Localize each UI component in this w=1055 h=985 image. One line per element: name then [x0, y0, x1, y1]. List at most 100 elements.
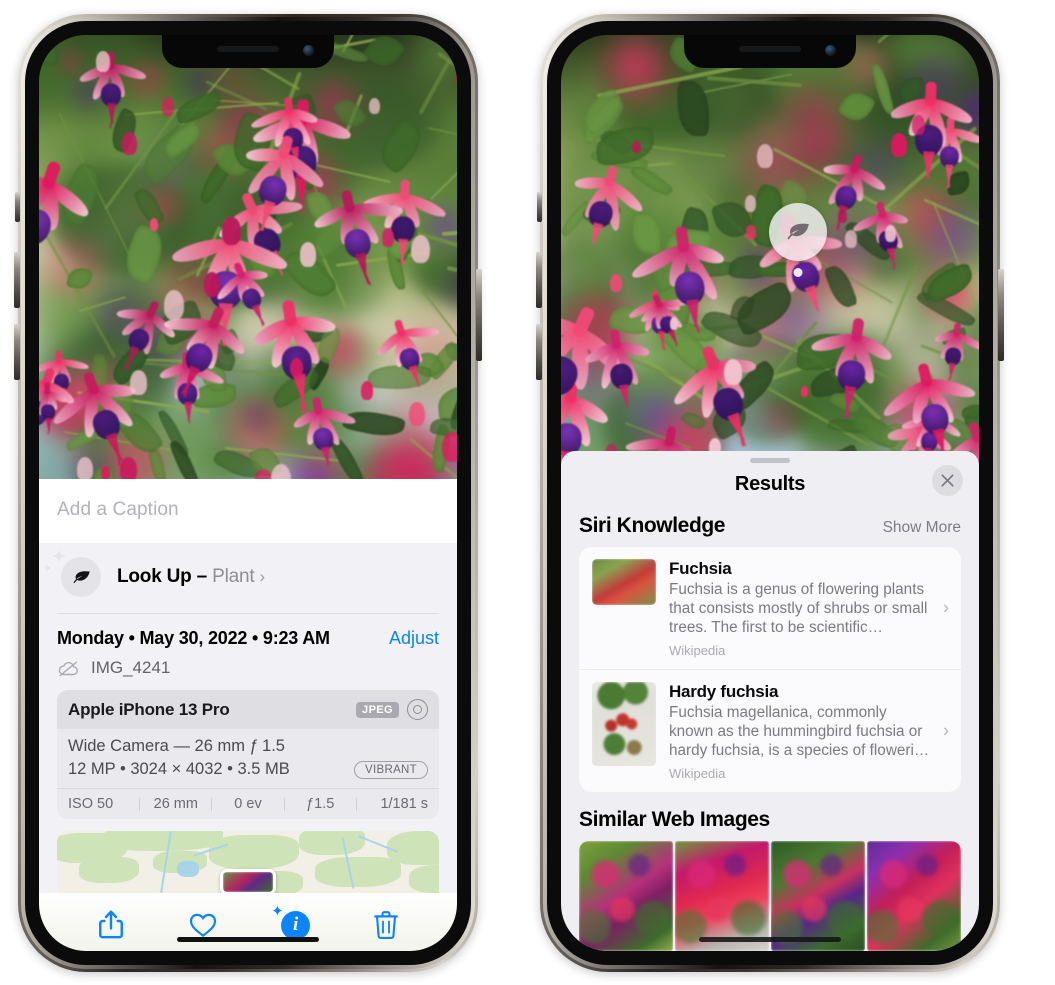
stamen [327, 446, 330, 465]
results-header: Results [561, 463, 979, 512]
thumbnail-detail [592, 682, 656, 767]
knowledge-row[interactable]: Hardy fuchsia Fuchsia magellanica, common… [579, 669, 961, 792]
bottom-toolbar: ✦ i [39, 893, 457, 951]
photo-fuchsia[interactable] [39, 35, 457, 480]
iphone-left: Add a Caption ✦ ✦ Look Up – Plant › Mond… [14, 14, 482, 972]
earpiece-speaker [217, 46, 279, 52]
web-image-thumbnail[interactable] [675, 841, 769, 951]
flower-tube [312, 396, 324, 415]
notch [684, 35, 856, 68]
flower-bud [204, 272, 221, 297]
mute-switch[interactable] [15, 192, 20, 222]
exif-stat: 26 mm [153, 796, 198, 812]
iphone-right: Results Siri Knowledge Show More Fuchsia… [536, 14, 1004, 972]
web-image-thumbnail[interactable] [579, 841, 673, 951]
delete-button[interactable] [373, 910, 399, 940]
aperture-icon [407, 699, 428, 720]
cloud-slash-icon [58, 661, 78, 676]
filename-text: IMG_4241 [91, 658, 171, 677]
look-up-label: Look Up – Plant › [117, 566, 265, 588]
adjust-button[interactable]: Adjust [389, 628, 439, 649]
flower-bud [121, 132, 137, 155]
exif-stats-row: ISO 50 26 mm 0 ev ƒ1.5 1/181 s [57, 788, 439, 819]
page-title: Results [734, 473, 806, 496]
flower-bud [382, 228, 395, 247]
leaf [870, 62, 895, 116]
flower-bud [222, 217, 241, 245]
leaf [372, 116, 430, 176]
flower-bud [911, 115, 925, 136]
stamen [363, 252, 366, 271]
flower-bud [800, 385, 809, 398]
exif-stat: 0 ev [234, 796, 262, 812]
share-button[interactable] [97, 909, 125, 941]
sparkle-icon-small: ✦ [43, 563, 53, 575]
flower-bud [408, 402, 425, 427]
flower-bud [120, 456, 137, 480]
leaf [836, 86, 877, 127]
home-indicator[interactable] [699, 937, 841, 942]
flower-bud [837, 208, 847, 223]
screen-left: Add a Caption ✦ ✦ Look Up – Plant › Mond… [39, 35, 457, 951]
chevron-right-icon: › [259, 567, 265, 586]
flower-bud [744, 195, 756, 212]
flower-bud [610, 274, 622, 292]
knowledge-thumbnail [592, 559, 656, 606]
web-image-detail [771, 841, 865, 951]
power-button[interactable] [998, 269, 1004, 361]
flower-bud [442, 432, 457, 462]
stamen [892, 247, 895, 270]
look-up-subject: Plant [212, 566, 255, 587]
knowledge-row[interactable]: Fuchsia Fuchsia is a genus of flowering p… [579, 547, 961, 669]
knowledge-thumbnail [592, 682, 656, 767]
show-more-button[interactable]: Show More [883, 519, 961, 537]
stem [923, 197, 979, 238]
size-info: 12 MP • 3024 × 4032 • 3.5 MB [68, 760, 290, 778]
flower-bud [724, 359, 742, 386]
similar-web-images-strip[interactable] [561, 841, 979, 951]
screenshot-root: Add a Caption ✦ ✦ Look Up – Plant › Mond… [0, 0, 1055, 985]
home-indicator[interactable] [177, 937, 319, 942]
stem [877, 263, 919, 355]
location-map[interactable] [57, 831, 439, 893]
info-button[interactable]: ✦ i [271, 904, 311, 940]
mute-switch[interactable] [537, 192, 542, 222]
caption-input[interactable]: Add a Caption [57, 499, 439, 521]
exif-card[interactable]: Apple iPhone 13 Pro JPEG Wide Camera — 2… [57, 690, 439, 819]
earpiece-speaker [739, 46, 801, 52]
flower-bud [410, 234, 430, 263]
flower-bud [632, 140, 641, 154]
favorite-button[interactable] [188, 911, 218, 939]
web-image-thumbnail[interactable] [867, 841, 961, 951]
flower-bud [891, 133, 908, 158]
flower-bud [161, 96, 175, 116]
flower-tube [55, 350, 63, 364]
stem [876, 35, 970, 44]
date-row: Monday • May 30, 2022 • 9:23 AM Adjust [39, 614, 457, 651]
volume-down-button[interactable] [536, 324, 542, 380]
knowledge-description: Fuchsia is a genus of flowering plants t… [669, 581, 928, 637]
photo-fuchsia[interactable] [561, 35, 979, 485]
leaf [118, 222, 169, 286]
exif-header: Apple iPhone 13 Pro JPEG [57, 690, 439, 729]
volume-up-button[interactable] [14, 252, 20, 308]
knowledge-title: Fuchsia [669, 559, 732, 579]
filename-row: IMG_4241 [39, 658, 457, 690]
siri-knowledge-card: Fuchsia Fuchsia is a genus of flowering p… [579, 547, 961, 792]
stem [45, 235, 117, 358]
exif-stat: ƒ1.5 [306, 796, 335, 812]
volume-down-button[interactable] [14, 324, 20, 380]
section-title-similar-web-images: Similar Web Images [579, 808, 770, 831]
leaf [677, 81, 710, 137]
visual-lookup-badge[interactable] [769, 203, 827, 261]
map-photo-pin[interactable] [220, 869, 276, 893]
look-up-row[interactable]: ✦ ✦ Look Up – Plant › [39, 543, 457, 613]
web-image-thumbnail[interactable] [771, 841, 865, 951]
share-icon [98, 910, 123, 939]
flower-bud [163, 289, 184, 320]
caption-row[interactable]: Add a Caption [39, 479, 457, 543]
stem [446, 266, 457, 282]
power-button[interactable] [476, 269, 482, 361]
chevron-right-icon: › [943, 597, 949, 618]
volume-up-button[interactable] [536, 252, 542, 308]
